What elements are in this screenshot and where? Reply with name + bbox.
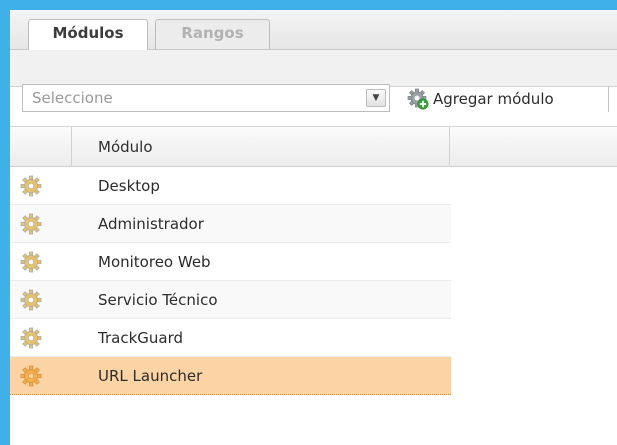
list-item[interactable]: Monitoreo Web [10,243,451,281]
module-select-placeholder: Seleccione [32,89,113,107]
toolbar [10,50,617,87]
list-item-label: Servicio Técnico [98,291,218,309]
gear-icon [20,251,42,273]
grid-header: Módulo [10,126,617,167]
list-item-selected[interactable]: URL Launcher [10,357,451,395]
toolbar-separator [608,86,609,112]
list-item-label: Monitoreo Web [98,253,211,271]
module-list: Desktop Administrador Monitoreo Web Serv… [10,167,451,395]
gear-icon [20,213,42,235]
gear-icon [20,175,42,197]
add-module-label: Agregar módulo [433,90,554,108]
list-item[interactable]: Desktop [10,167,451,205]
tab-rangos[interactable]: Rangos [155,19,270,49]
list-item[interactable]: Servicio Técnico [10,281,451,319]
modulo-column-header[interactable]: Módulo [72,127,450,167]
gear-icon [20,289,42,311]
list-item[interactable]: TrackGuard [10,319,451,357]
list-item-label: Desktop [98,177,160,195]
chevron-down-icon[interactable]: ▼ [366,89,386,107]
gear-icon [20,365,42,387]
tab-modulos[interactable]: Módulos [28,19,148,50]
gear-icon [20,327,42,349]
add-gear-icon [407,88,429,110]
icon-column-header [10,127,72,167]
list-item[interactable]: Administrador [10,205,451,243]
list-item-label: Administrador [98,215,204,233]
module-select[interactable]: Seleccione ▼ [22,84,390,112]
add-module-button[interactable]: Agregar módulo [407,86,554,112]
list-item-label: URL Launcher [98,367,203,385]
list-item-label: TrackGuard [98,329,183,347]
